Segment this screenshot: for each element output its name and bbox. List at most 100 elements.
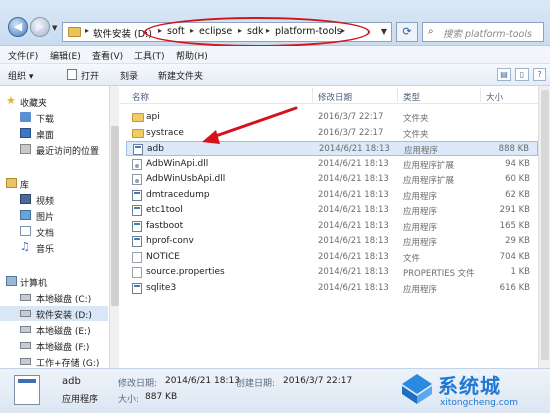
chevron-right-icon[interactable]: ▸	[158, 26, 162, 35]
column-divider[interactable]	[480, 88, 481, 102]
video-icon	[20, 194, 31, 204]
new-folder-button[interactable]: 新建文件夹	[158, 69, 203, 82]
breadcrumb-platform-tools[interactable]: platform-tools	[275, 26, 342, 37]
file-row[interactable]: dmtracedump 2014/6/21 18:13 应用程序 62 KB	[126, 188, 538, 203]
chevron-right-icon[interactable]: ▸	[238, 26, 242, 35]
menu-file[interactable]: 文件(F)	[8, 49, 38, 62]
file-date: 2014/6/21 18:13	[318, 236, 389, 246]
breadcrumb-sdk[interactable]: sdk	[247, 26, 263, 37]
desktop-icon	[20, 128, 31, 138]
column-divider[interactable]	[312, 88, 313, 102]
column-header-name[interactable]: 名称	[132, 91, 149, 103]
back-arrow-icon: ◀	[13, 20, 23, 33]
forward-button[interactable]: ▶	[30, 17, 50, 37]
picture-icon	[20, 210, 31, 220]
column-divider[interactable]	[397, 88, 398, 102]
recent-pages-dropdown-icon[interactable]: ▼	[52, 24, 57, 32]
sidebar-item-drive-d[interactable]: 软件安装 (D:)	[0, 306, 108, 321]
sidebar-scrollbar[interactable]	[109, 86, 119, 368]
file-row[interactable]: systrace 2016/3/7 22:17 文件夹	[126, 126, 538, 141]
menu-help[interactable]: 帮助(H)	[176, 49, 208, 62]
breadcrumb-soft[interactable]: soft	[167, 26, 185, 37]
file-date: 2016/3/7 22:17	[318, 127, 384, 138]
file-name: AdbWinApi.dll	[146, 158, 209, 169]
file-size: 1 KB	[510, 267, 530, 277]
chevron-right-icon[interactable]: ▸	[266, 26, 270, 35]
preview-pane-icon[interactable]: ▯	[515, 68, 529, 81]
star-icon: ★	[6, 94, 16, 107]
sidebar-item-label: 收藏夹	[20, 99, 48, 109]
sidebar-item-computer[interactable]: 计算机	[0, 274, 108, 289]
sidebar-item-drive-c[interactable]: 本地磁盘 (C:)	[0, 290, 108, 305]
details-created-value: 2016/3/7 22:17	[283, 376, 353, 386]
file-row[interactable]: etc1tool 2014/6/21 18:13 应用程序 291 KB	[126, 203, 538, 218]
file-list-scrollbar[interactable]	[538, 86, 550, 368]
file-name: sqlite3	[146, 282, 177, 293]
file-size: 888 KB	[498, 144, 529, 154]
file-size: 94 KB	[505, 158, 530, 169]
menu-tools[interactable]: 工具(T)	[134, 49, 165, 62]
open-button[interactable]: 打开	[81, 69, 99, 82]
app-icon	[132, 282, 142, 294]
file-row[interactable]: adb 2014/6/21 18:13 应用程序 888 KB	[126, 141, 538, 156]
sidebar-item-recent[interactable]: 最近访问的位置	[0, 142, 108, 157]
file-row[interactable]: hprof-conv 2014/6/21 18:13 应用程序 29 KB	[126, 234, 538, 249]
file-list-scrollbar-thumb[interactable]	[541, 90, 549, 360]
file-row[interactable]: source.properties 2014/6/21 18:13 PROPERTI…	[126, 265, 538, 280]
sidebar-item-pictures[interactable]: 图片	[0, 208, 108, 223]
menu-edit[interactable]: 编辑(E)	[50, 49, 81, 62]
burn-button[interactable]: 刻录	[120, 69, 138, 82]
sidebar-item-documents[interactable]: 文档	[0, 224, 108, 239]
file-size: 62 KB	[505, 189, 530, 200]
column-header-type[interactable]: 类型	[403, 91, 420, 103]
details-size-value: 887 KB	[145, 392, 178, 402]
sidebar-item-favorites[interactable]: ★ 收藏夹	[0, 94, 108, 109]
chevron-right-icon[interactable]: ▸	[341, 26, 345, 35]
address-bar[interactable]: ▸ 软件安装 (D:) ▸ soft ▸ eclipse ▸ sdk ▸ pla…	[62, 22, 392, 42]
computer-icon	[6, 276, 17, 286]
sidebar-item-music[interactable]: ♫ 音乐	[0, 240, 108, 255]
sidebar-item-label: 桌面	[36, 131, 55, 141]
sidebar-item-videos[interactable]: 视频	[0, 192, 108, 207]
help-icon[interactable]: ?	[533, 68, 546, 81]
file-type: PROPERTIES 文件	[403, 269, 475, 279]
sidebar-item-desktop[interactable]: 桌面	[0, 126, 108, 141]
sidebar-item-label: 最近访问的位置	[36, 147, 100, 157]
column-header-date[interactable]: 修改日期	[318, 91, 352, 103]
library-icon	[6, 178, 17, 188]
file-date: 2016/3/7 22:17	[318, 112, 384, 122]
chevron-right-icon[interactable]: ▸	[190, 26, 194, 35]
file-row[interactable]: api 2016/3/7 22:17 文件夹	[126, 110, 538, 125]
organize-button[interactable]: 组织 ▾	[8, 69, 33, 82]
menu-view[interactable]: 查看(V)	[92, 49, 123, 62]
column-header-size[interactable]: 大小	[486, 91, 503, 103]
refresh-button[interactable]: ⟳	[396, 22, 418, 42]
music-icon: ♫	[20, 240, 30, 253]
file-row[interactable]: NOTICE 2014/6/21 18:13 文件 704 KB	[126, 250, 538, 265]
file-row[interactable]: AdbWinApi.dll 2014/6/21 18:13 应用程序扩展 94 KB	[126, 157, 538, 172]
file-row[interactable]: AdbWinUsbApi.dll 2014/6/21 18:13 应用程序扩展 60 …	[126, 172, 538, 187]
file-date: 2014/6/21 18:13	[319, 144, 390, 154]
back-button[interactable]: ◀	[8, 17, 28, 37]
address-dropdown-icon[interactable]: ▼	[381, 27, 387, 36]
breadcrumb-drive-d[interactable]: 软件安装 (D:)	[93, 26, 152, 40]
file-row[interactable]: sqlite3 2014/6/21 18:13 应用程序 616 KB	[126, 281, 538, 296]
chevron-right-icon[interactable]: ▸	[85, 26, 89, 35]
search-input[interactable]: ⌕ 搜索 platform-tools	[422, 22, 544, 42]
sidebar-item-downloads[interactable]: 下载	[0, 110, 108, 125]
drive-icon	[20, 342, 31, 349]
sidebar-item-drive-g[interactable]: 工作+存储 (G:)	[0, 354, 108, 369]
view-options-icon[interactable]: ▤	[497, 68, 511, 81]
sidebar-scrollbar-thumb[interactable]	[111, 126, 119, 306]
drive-icon	[20, 326, 31, 333]
file-type: 文件夹	[403, 129, 429, 140]
sidebar-item-drive-f[interactable]: 本地磁盘 (F:)	[0, 338, 108, 353]
file-type: 应用程序	[404, 146, 439, 156]
file-date: 2014/6/21 18:13	[318, 205, 389, 215]
sidebar-item-label: 库	[20, 181, 30, 191]
sidebar-item-libraries[interactable]: 库	[0, 176, 108, 191]
breadcrumb-eclipse[interactable]: eclipse	[199, 26, 232, 37]
file-row[interactable]: fastboot 2014/6/21 18:13 应用程序 165 KB	[126, 219, 538, 234]
app-icon	[132, 205, 142, 216]
sidebar-item-drive-e[interactable]: 本地磁盘 (E:)	[0, 322, 108, 337]
